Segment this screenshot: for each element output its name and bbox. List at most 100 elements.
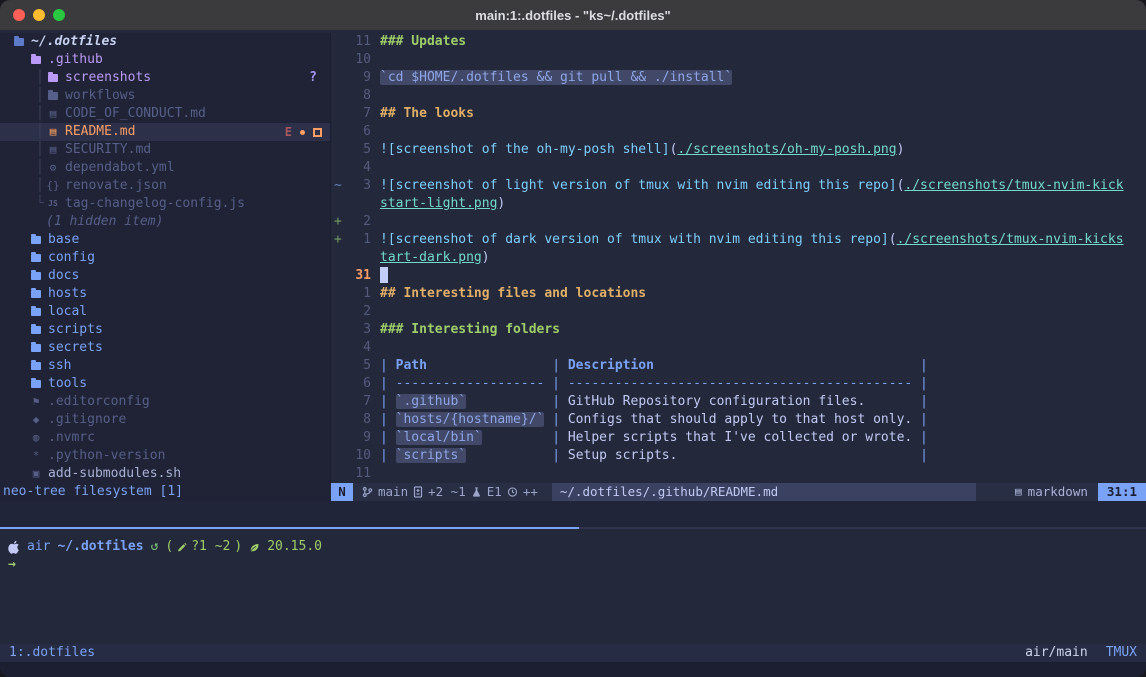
tree-item-label: .editorconfig bbox=[48, 393, 150, 411]
tree-item-label: SECURITY.md bbox=[65, 141, 151, 159]
indent-guide: │ bbox=[36, 177, 44, 195]
tree-item-ssh[interactable]: ssh bbox=[0, 357, 330, 375]
flag-icon: ⚑ bbox=[29, 393, 43, 411]
line-number: 2 bbox=[347, 303, 371, 321]
tree-item-scripts[interactable]: scripts bbox=[0, 321, 330, 339]
tree-item-config[interactable]: config bbox=[0, 249, 330, 267]
tree-item-python-version[interactable]: *.python-version bbox=[0, 447, 330, 465]
editor-line[interactable]: 1 ## Interesting files and locations bbox=[331, 285, 1146, 303]
tree-item-renovate-json[interactable]: │{}renovate.json bbox=[0, 177, 330, 195]
editor-line[interactable]: 10| `scripts` | Setup scripts. | bbox=[331, 447, 1146, 465]
editor-line[interactable]: 7## The looks bbox=[331, 105, 1146, 123]
modified-dot-icon bbox=[300, 130, 305, 135]
tree-item-label: ~/.dotfiles bbox=[31, 33, 117, 51]
tree-item-1-hidden-item[interactable]: (1 hidden item) bbox=[0, 213, 330, 231]
editor-line[interactable]: 4 bbox=[331, 159, 1146, 177]
editor-line[interactable]: tart-dark.png) bbox=[331, 249, 1146, 267]
tmux-window-item[interactable]: 1:.dotfiles bbox=[9, 644, 95, 662]
editor-line[interactable]: 6 bbox=[331, 123, 1146, 141]
git-paren-close: ) bbox=[234, 538, 242, 556]
editor-line[interactable]: 10 bbox=[331, 51, 1146, 69]
js-icon: JS bbox=[46, 195, 60, 213]
asterisk-icon: * bbox=[29, 447, 43, 465]
editor-line[interactable]: +1![screenshot of dark version of tmux w… bbox=[331, 231, 1146, 249]
tree-item-nvmrc[interactable]: ◍.nvmrc bbox=[0, 429, 330, 447]
editor-line[interactable]: 8| `hosts/{hostname}/` | Configs that sh… bbox=[331, 411, 1146, 429]
editor-line[interactable]: 31 bbox=[331, 267, 1146, 285]
tree-item-code-of-conduct-md[interactable]: │▤CODE_OF_CONDUCT.md bbox=[0, 105, 330, 123]
indent-guide: │ bbox=[36, 141, 44, 159]
clock-icon bbox=[507, 486, 518, 498]
tree-item-add-submodules-sh[interactable]: ▣add-submodules.sh bbox=[0, 465, 330, 483]
tree-item-workflows[interactable]: │workflows bbox=[0, 87, 330, 105]
editor-line[interactable]: 9`cd $HOME/.dotfiles && git pull && ./in… bbox=[331, 69, 1146, 87]
editor-line[interactable]: 8 bbox=[331, 87, 1146, 105]
editor-line[interactable]: 9| `local/bin` | Helper scripts that I'v… bbox=[331, 429, 1146, 447]
zoom-button[interactable] bbox=[53, 9, 65, 21]
editor-line[interactable]: 3### Interesting folders bbox=[331, 321, 1146, 339]
tree-item-docs[interactable]: docs bbox=[0, 267, 330, 285]
line-number: 8 bbox=[347, 87, 371, 105]
tree-item-screenshots[interactable]: │ screenshots? bbox=[0, 69, 330, 87]
tree-item-label: workflows bbox=[65, 87, 135, 105]
git-diff-counts: +2 ~1 bbox=[428, 483, 466, 501]
tree-item-label: renovate.json bbox=[65, 177, 167, 195]
tree-item-editorconfig[interactable]: ⚑ .editorconfig bbox=[0, 393, 330, 411]
prompt-host: air bbox=[27, 538, 50, 556]
tree-item-gitignore[interactable]: ◆.gitignore bbox=[0, 411, 330, 429]
editor-line[interactable]: 7| `.github` | GitHub Repository configu… bbox=[331, 393, 1146, 411]
tree-item-tag-changelog-config-js[interactable]: └JStag-changelog-config.js bbox=[0, 195, 330, 213]
refresh-icon: ↺ bbox=[151, 538, 159, 556]
pencil-icon bbox=[177, 542, 187, 553]
shell-pane: air ~/.dotfiles ↺ ( ?1 ~2 ) 20.15.0 → bbox=[0, 529, 1146, 644]
editor-line[interactable]: start-light.png) bbox=[331, 195, 1146, 213]
tmux-session: air/main bbox=[1025, 644, 1088, 662]
git-branch-icon bbox=[362, 486, 373, 498]
editor-line[interactable]: ~3![screenshot of light version of tmux … bbox=[331, 177, 1146, 195]
editor-line[interactable]: 6| ------------------- | ---------------… bbox=[331, 375, 1146, 393]
file-diff-icon bbox=[413, 486, 423, 498]
tree-item-dotfiles[interactable]: ~/.dotfiles bbox=[0, 33, 330, 51]
editor-line[interactable]: 2 bbox=[331, 303, 1146, 321]
editor-line[interactable]: 5| Path | Description | bbox=[331, 357, 1146, 375]
apple-icon bbox=[8, 540, 20, 554]
editor-line[interactable]: 4 bbox=[331, 339, 1146, 357]
folder-icon bbox=[29, 308, 43, 316]
tree-item-label: (1 hidden item) bbox=[46, 213, 163, 231]
editor-line[interactable]: +2 bbox=[331, 213, 1146, 231]
tree-item-tools[interactable]: tools bbox=[0, 375, 330, 393]
tree-item-secrets[interactable]: secrets bbox=[0, 339, 330, 357]
line-content: ## Interesting files and locations bbox=[380, 285, 646, 303]
filepath-segment: ~/.dotfiles/.github/README.md bbox=[552, 483, 976, 501]
editor-line[interactable]: 11 bbox=[331, 465, 1146, 483]
tree-item-label: .github bbox=[48, 51, 103, 69]
shell-prompt: air ~/.dotfiles ↺ ( ?1 ~2 ) 20.15.0 bbox=[8, 538, 1146, 556]
tree-item-security-md[interactable]: │▤SECURITY.md bbox=[0, 141, 330, 159]
tree-item-label: screenshots bbox=[65, 69, 151, 87]
shell-input-line[interactable]: → bbox=[8, 556, 1146, 574]
line-content: ### Interesting folders bbox=[380, 321, 560, 339]
tree-item-dependabot-yml[interactable]: │⚙dependabot.yml bbox=[0, 159, 330, 177]
diagnostics-count: E1 bbox=[487, 483, 502, 501]
tree-item-local[interactable]: local bbox=[0, 303, 330, 321]
editor-line[interactable]: 5![screenshot of the oh-my-posh shell](.… bbox=[331, 141, 1146, 159]
line-content: | `local/bin` | Helper scripts that I've… bbox=[380, 429, 928, 447]
close-button[interactable] bbox=[13, 9, 25, 21]
minimize-button[interactable] bbox=[33, 9, 45, 21]
editor-line[interactable]: 11### Updates bbox=[331, 33, 1146, 51]
tree-item-github[interactable]: .github bbox=[0, 51, 330, 69]
indent-guide: │ bbox=[36, 69, 44, 87]
tree-item-hosts[interactable]: hosts bbox=[0, 285, 330, 303]
line-content: ## The looks bbox=[380, 105, 474, 123]
git-paren-open: ( bbox=[165, 538, 173, 556]
tree-item-readme-md[interactable]: │▤README.mdE bbox=[0, 123, 330, 141]
tree-item-label: base bbox=[48, 231, 79, 249]
folder-icon bbox=[29, 344, 43, 352]
line-number: 1 bbox=[347, 285, 371, 303]
line-number: 8 bbox=[347, 411, 371, 429]
prompt-git-segment: ( ?1 ~2 ) bbox=[165, 538, 242, 556]
line-content: ### Updates bbox=[380, 33, 466, 51]
tree-item-base[interactable]: base bbox=[0, 231, 330, 249]
question-badge: ? bbox=[309, 69, 317, 87]
traffic-lights bbox=[13, 9, 65, 21]
